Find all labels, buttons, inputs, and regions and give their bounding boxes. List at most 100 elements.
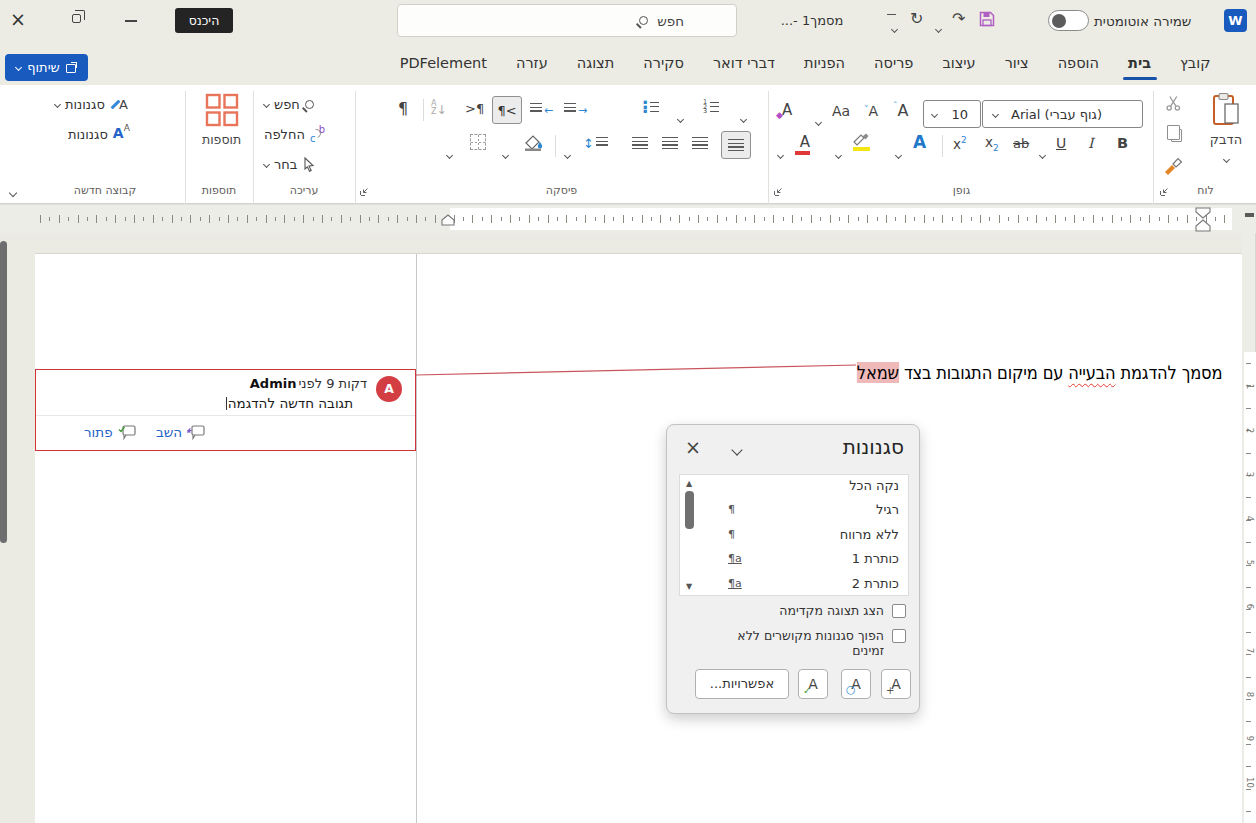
restore-icon[interactable] (72, 14, 81, 23)
style-item[interactable]: רגיל ¶ (680, 499, 908, 523)
horizontal-ruler[interactable] (0, 204, 1256, 233)
vertical-scrollbar[interactable] (0, 241, 7, 543)
shading-button[interactable] (523, 133, 545, 151)
reply-button[interactable]: השב (156, 424, 205, 440)
ribbon-tab[interactable]: סקירה (629, 44, 699, 85)
text-highlight-button[interactable] (852, 133, 870, 151)
underline-button[interactable]: U (1056, 136, 1066, 150)
increase-indent-button[interactable]: → (564, 102, 587, 116)
ribbon-tab[interactable]: דברי דואר (698, 44, 789, 85)
numbering-dropdown-icon[interactable] (740, 116, 747, 123)
change-case-button[interactable]: Aa (832, 104, 850, 118)
sort-button[interactable]: AZ↓ (431, 100, 447, 116)
indent-marker-left[interactable] (440, 214, 456, 226)
style-inspector-button[interactable]: A✓ (798, 669, 828, 699)
format-painter-button[interactable] (1163, 157, 1183, 175)
align-justify-button[interactable] (632, 137, 648, 151)
ribbon-tab[interactable]: תצוגה (562, 44, 629, 85)
styles-button-2[interactable]: A A סגנונות (68, 127, 131, 142)
undo-icon[interactable]: ↻ (910, 9, 923, 28)
align-left-button[interactable] (662, 137, 678, 151)
undo-dropdown-icon[interactable] (936, 17, 941, 36)
font-name-select[interactable]: Arial (גוף עברי) (982, 100, 1143, 128)
ribbon-tab[interactable]: הוספה (1043, 44, 1113, 85)
autosave-toggle[interactable] (1048, 10, 1089, 31)
styles-panel-dropdown-icon[interactable] (733, 439, 741, 458)
ribbon-tab[interactable]: PDFelement (385, 44, 501, 85)
strikethrough-button[interactable]: ab (1013, 137, 1029, 150)
select-button[interactable]: בחר (264, 157, 315, 172)
addins-button[interactable]: תוספות (202, 93, 241, 147)
font-size-select[interactable]: 10 (923, 100, 981, 128)
text-effects-dropdown-icon[interactable] (895, 152, 902, 159)
search-input[interactable]: חפש (397, 4, 737, 37)
redo-icon[interactable]: ↷ (952, 9, 965, 28)
scroll-thumb[interactable] (685, 491, 694, 529)
align-right-button[interactable] (721, 131, 751, 159)
subscript-button[interactable]: x2 (985, 136, 999, 153)
line-spacing-button[interactable]: ↕ (583, 136, 608, 150)
ribbon-tab[interactable]: עיצוב (928, 44, 990, 85)
share-button[interactable]: שיתוף (5, 54, 88, 81)
text-effects-button[interactable]: A (913, 134, 926, 151)
align-center-button[interactable] (692, 137, 708, 151)
comment-body[interactable]: תגובה חדשה להדגמה (226, 395, 353, 411)
paste-button[interactable]: הדבק (1200, 92, 1252, 182)
styles-list-scrollbar[interactable]: ▲ ▼ (683, 477, 697, 593)
style-manager-button[interactable]: A○ (841, 669, 871, 699)
superscript-button[interactable]: x2 (953, 136, 967, 151)
new-style-button[interactable]: A+ (881, 669, 911, 699)
font-color-dropdown-icon[interactable] (777, 152, 784, 159)
rtl-direction-button[interactable]: ¶< (492, 96, 522, 124)
paragraph-dialog-launcher[interactable] (360, 186, 370, 196)
ribbon-tab[interactable]: קובץ (1166, 44, 1225, 85)
shading-dropdown-icon[interactable] (502, 152, 509, 159)
save-icon[interactable] (977, 9, 997, 29)
ltr-direction-button[interactable]: >¶ (465, 102, 484, 115)
italic-button[interactable]: I (1088, 136, 1094, 150)
clipboard-dialog-launcher[interactable] (1160, 186, 1170, 196)
bullets-button[interactable]: ▪ ▪ ▪ (643, 100, 659, 114)
document-text[interactable]: מסמך להדגמת הבעייה עם מיקום התגובות בצד … (856, 362, 1222, 383)
grow-font-button[interactable]: Aˆ (893, 102, 908, 119)
strikethrough-dropdown-icon[interactable] (1039, 152, 1046, 159)
copy-button[interactable] (1167, 125, 1182, 142)
ribbon-tab[interactable]: עזרה (501, 44, 562, 85)
options-button[interactable]: אפשרויות... (695, 669, 789, 699)
highlight-dropdown-icon[interactable] (835, 152, 842, 159)
close-icon[interactable]: × (8, 8, 28, 30)
indent-marker-right[interactable] (1194, 207, 1212, 233)
style-item[interactable]: נקה הכל (680, 475, 908, 499)
decrease-indent-button[interactable]: ← (530, 102, 553, 116)
style-item[interactable]: כותרת 1 ¶a (680, 548, 908, 572)
replace-button[interactable]: b c החלפה (264, 127, 325, 142)
show-preview-checkbox[interactable]: הצג תצוגה מקדימה (779, 603, 906, 618)
line-spacing-dropdown-icon[interactable] (564, 152, 571, 159)
style-item[interactable]: ללא מרווח ¶ (680, 524, 908, 548)
styles-panel[interactable]: סגנונות × נקה הכל רגיל ¶ ללא מרווח ¶ כות… (666, 424, 920, 714)
comment-card[interactable]: A Adminדקות 9 לפני תגובה חדשה להדגמה השב… (35, 369, 416, 451)
borders-dropdown-icon[interactable] (446, 152, 453, 159)
ribbon-tab[interactable]: ציור (990, 44, 1043, 85)
page[interactable]: מסמך להדגמת הבעייה עם מיקום התגובות בצד … (35, 253, 1242, 823)
show-marks-button[interactable]: ¶ (398, 101, 408, 117)
ribbon-tab[interactable]: בית (1114, 44, 1166, 85)
resolve-button[interactable]: פתור (84, 424, 136, 440)
ribbon-collapse-icon[interactable] (10, 181, 16, 200)
style-item[interactable]: כותרת 2 ¶a (680, 573, 908, 597)
word-logo[interactable]: W (1224, 9, 1247, 32)
cut-button[interactable] (1165, 95, 1182, 112)
sign-in-button[interactable]: היכנס (175, 8, 233, 33)
styles-button-1[interactable]: A סגנונות (55, 97, 128, 112)
numbering-button[interactable]: 1 2 3 (703, 100, 719, 114)
bold-button[interactable]: B (1117, 136, 1128, 151)
ribbon-tab[interactable]: פריסה (860, 44, 928, 85)
find-button[interactable]: חפש (264, 97, 314, 112)
bullets-dropdown-icon[interactable] (677, 116, 684, 123)
minimize-icon[interactable] (125, 20, 137, 22)
ribbon-tab[interactable]: הפניות (789, 44, 859, 85)
font-color-button[interactable]: A (795, 135, 810, 155)
clear-formatting-button[interactable]: A◆ (782, 103, 792, 118)
styles-list[interactable]: נקה הכל רגיל ¶ ללא מרווח ¶ כותרת 1 ¶a כו… (679, 474, 909, 596)
scroll-up-icon[interactable]: ▲ (686, 479, 692, 488)
